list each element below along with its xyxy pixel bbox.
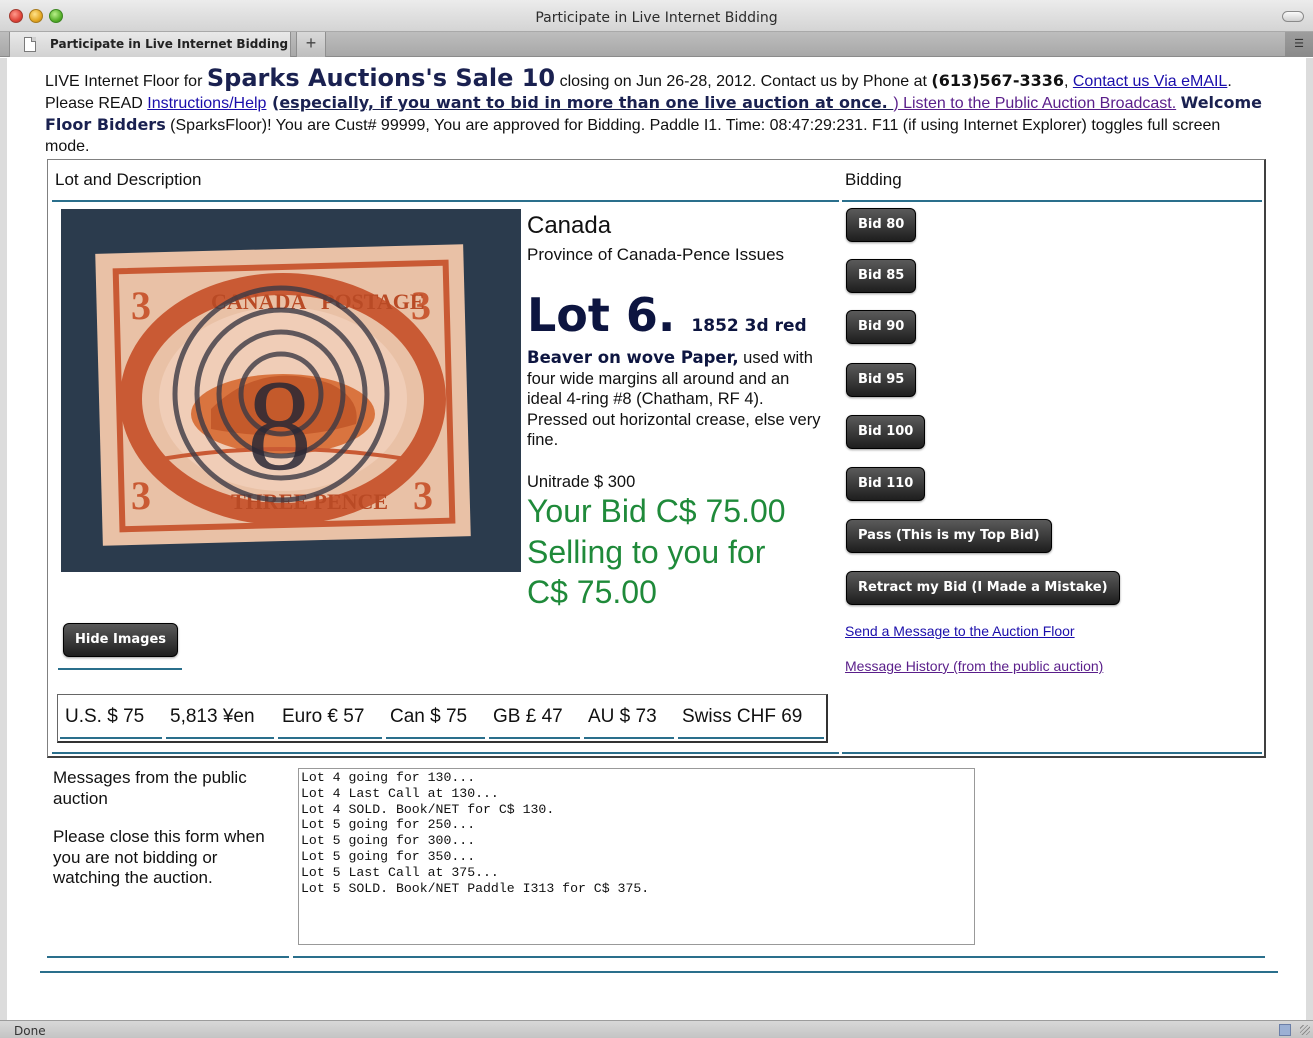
stamp-image: 3 3 3 3 CANADA POSTAGE THREE PENCE 8 — [61, 209, 521, 572]
message-log-text: Lot 4 going for 130... Lot 4 Last Call a… — [301, 770, 650, 896]
status-bar: Done — [0, 1020, 1313, 1038]
message-log-textarea[interactable]: Lot 4 going for 130... Lot 4 Last Call a… — [298, 768, 975, 945]
multi-auction-link[interactable]: especially, if you want to bid in more t… — [279, 93, 893, 112]
messages-info: Messages from the public auction Please … — [53, 768, 283, 889]
new-tab-button[interactable]: + — [296, 32, 326, 57]
currency-yen: 5,813 ¥en — [170, 706, 255, 727]
currency-rule — [60, 737, 162, 739]
lot-number-text: Lot 6. — [527, 288, 676, 342]
currency-gbp: GB £ 47 — [493, 706, 563, 727]
page-bottom-rule — [40, 971, 1278, 973]
messages-heading: Messages from the public auction — [53, 768, 247, 808]
currency-conversions: U.S. $ 75 5,813 ¥en Euro € 57 Can $ 75 G… — [57, 694, 828, 743]
contact-email-link[interactable]: Contact us Via eMAIL — [1073, 73, 1227, 90]
page-viewport: LIVE Internet Floor for Sparks Auctions'… — [7, 58, 1306, 1020]
header-text: , — [1063, 73, 1073, 90]
currency-chf: Swiss CHF 69 — [682, 706, 803, 727]
lot-subtitle: 1852 3d red — [691, 316, 807, 336]
lot-category: Province of Canada-Pence Issues — [527, 245, 785, 264]
phone-number: (613)567-3336 — [931, 71, 1064, 90]
pass-button[interactable]: Pass (This is my Top Bid) — [846, 519, 1052, 553]
header-text: closing on Jun 26-28, 2012. Contact us b… — [555, 73, 932, 90]
resize-grip-icon[interactable] — [1300, 1025, 1310, 1035]
currency-rule — [489, 737, 580, 739]
header-rule — [52, 200, 839, 202]
header-rule — [842, 200, 1262, 202]
bid-80-button[interactable]: Bid 80 — [846, 208, 917, 242]
lot-number: Lot 6. 1852 3d red — [527, 288, 807, 342]
currency-rule — [166, 737, 274, 739]
lot-description: Beaver on wove Paper, used with four wid… — [527, 348, 827, 451]
currency-usd: U.S. $ 75 — [65, 706, 145, 727]
currency-euro: Euro € 57 — [282, 706, 365, 727]
bid-110-button[interactable]: Bid 110 — [846, 467, 926, 501]
document-icon — [24, 37, 36, 52]
tab-list-menu-icon[interactable]: ☰ — [1285, 32, 1313, 57]
bidding-footer-rule — [842, 752, 1262, 754]
right-gutter — [1306, 58, 1313, 1020]
lot-footer-rule — [52, 752, 839, 754]
lot-table: Lot and Description Bidding 3 3 3 3 CANA… — [47, 159, 1266, 758]
hide-images-button[interactable]: Hide Images — [63, 623, 178, 657]
window-title: Participate in Live Internet Bidding — [535, 10, 778, 26]
messages-rule — [293, 956, 1265, 958]
hide-images-rule — [58, 668, 182, 670]
status-text: Done — [14, 1024, 46, 1038]
stamp-numeral: 3 — [131, 283, 151, 328]
currency-cad: Can $ 75 — [390, 706, 468, 727]
header-text: (SparksFloor)! You are Cust# 99999, You … — [45, 117, 1221, 155]
stamp-illustration: 3 3 3 3 CANADA POSTAGE THREE PENCE 8 — [61, 209, 521, 572]
bidding-column-header: Bidding — [845, 170, 902, 189]
currency-rule — [278, 737, 382, 739]
messages-rule — [47, 956, 289, 958]
bid-85-button[interactable]: Bid 85 — [846, 259, 917, 293]
window-titlebar: Participate in Live Internet Bidding — [0, 0, 1313, 32]
stamp-numeral: 3 — [413, 473, 433, 518]
instructions-help-link[interactable]: Instructions/Help — [147, 95, 266, 112]
toolbar-toggle-icon[interactable] — [1282, 11, 1304, 22]
currency-aud: AU $ 73 — [588, 706, 657, 727]
bid-95-button[interactable]: Bid 95 — [846, 363, 917, 397]
lot-column-header: Lot and Description — [55, 170, 202, 189]
selling-to-you-text: Selling to you for — [527, 534, 766, 570]
unitrade-value: Unitrade $ 300 — [527, 473, 636, 491]
currency-rule — [584, 737, 674, 739]
selling-price-text: C$ 75.00 — [527, 574, 657, 610]
message-history-link[interactable]: Message History (from the public auction… — [845, 658, 1103, 674]
tab-participate[interactable]: Participate in Live Internet Bidding — [9, 32, 291, 57]
close-form-note: Please close this form when you are not … — [53, 827, 265, 887]
tab-bar: Participate in Live Internet Bidding + ☰ — [0, 32, 1313, 57]
lot-country: Canada — [527, 212, 612, 239]
your-bid-text: Your Bid C$ 75.00 — [527, 493, 786, 529]
auction-header: LIVE Internet Floor for Sparks Auctions'… — [45, 66, 1265, 157]
retract-bid-button[interactable]: Retract my Bid (I Made a Mistake) — [846, 571, 1120, 605]
stamp-numeral: 3 — [131, 473, 151, 518]
tab-label: Participate in Live Internet Bidding — [50, 37, 289, 51]
sale-title: Sparks Auctions's Sale 10 — [206, 64, 556, 92]
currency-rule — [386, 737, 485, 739]
bid-100-button[interactable]: Bid 100 — [846, 415, 926, 449]
header-text: LIVE Internet Floor for — [45, 73, 207, 90]
left-gutter — [0, 58, 7, 1020]
currency-rule — [678, 737, 824, 739]
listen-broadcast-link[interactable]: ) Listen to the Public Auction Broadcast… — [893, 95, 1176, 112]
header-text: ( — [266, 93, 280, 112]
send-message-link[interactable]: Send a Message to the Auction Floor — [845, 623, 1075, 639]
bid-90-button[interactable]: Bid 90 — [846, 310, 917, 344]
security-icon — [1279, 1024, 1291, 1036]
lot-description-bold: Beaver on wove Paper, — [527, 348, 739, 367]
cancel-numeral: 8 — [247, 354, 312, 498]
